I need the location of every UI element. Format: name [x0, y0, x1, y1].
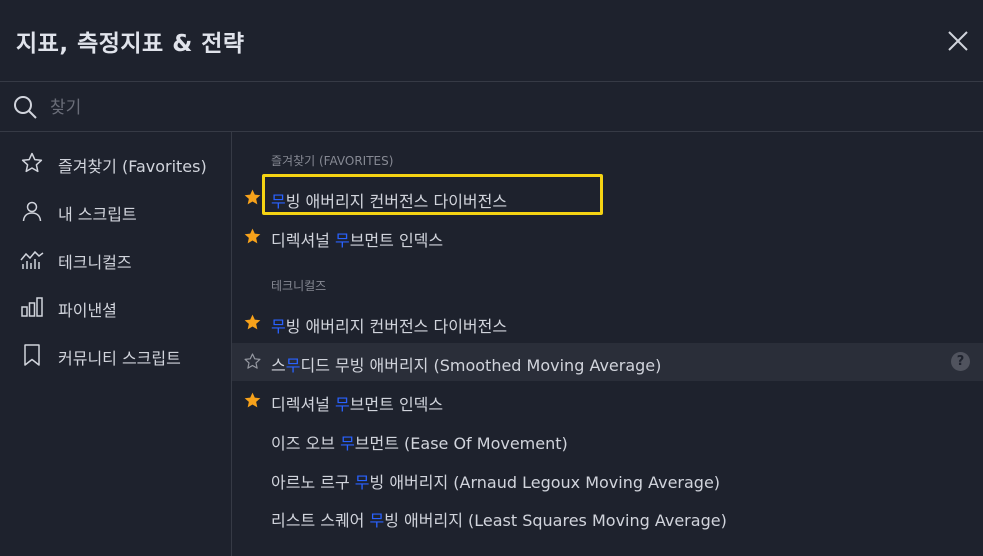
dialog-title: 지표, 측정지표 & 전략: [16, 31, 245, 57]
section-title-technicals: 테크니컬즈: [271, 279, 327, 293]
search-input[interactable]: [48, 92, 952, 124]
indicator-name: 리스트 스퀘어 무빙 애버리지 (Least Squares Moving Av…: [271, 511, 727, 530]
list-item[interactable]: 이즈 오브 무브먼트 (Ease Of Movement): [232, 421, 983, 459]
close-icon[interactable]: [945, 28, 971, 54]
list-item[interactable]: 아르노 르구 무빙 애버리지 (Arnaud Legoux Moving Ave…: [232, 460, 983, 498]
user-icon: [20, 199, 44, 223]
sidebar-item-my-scripts[interactable]: 내 스크립트: [0, 192, 231, 232]
help-icon[interactable]: ?: [951, 352, 970, 371]
search-bar: [0, 82, 983, 132]
section-title-favorites: 즐겨찾기 (FAVORITES): [271, 154, 394, 168]
sidebar-item-label: 즐겨찾기 (Favorites): [58, 157, 207, 176]
sidebar-item-favorites[interactable]: 즐겨찾기 (Favorites): [0, 144, 231, 184]
bookmark-icon: [20, 343, 44, 367]
star-filled-icon[interactable]: [243, 227, 262, 246]
star-filled-icon[interactable]: [243, 313, 262, 332]
star-filled-icon[interactable]: [243, 188, 262, 207]
search-icon: [12, 94, 38, 120]
sidebar-item-community-scripts[interactable]: 커뮤니티 스크립트: [0, 336, 231, 376]
list-item[interactable]: 무빙 애버리지 컨버전스 다이버전스: [232, 179, 983, 217]
sidebar-item-label: 내 스크립트: [58, 205, 137, 224]
star-filled-icon[interactable]: [243, 391, 262, 410]
list-item[interactable]: 리스트 스퀘어 무빙 애버리지 (Least Squares Moving Av…: [232, 498, 983, 536]
indicator-name: 디렉셔널 무브먼트 인덱스: [271, 231, 444, 250]
star-outline-icon[interactable]: [243, 352, 262, 371]
sidebar-item-financials[interactable]: 파이낸셜: [0, 288, 231, 328]
indicator-name: 무빙 애버리지 컨버전스 다이버전스: [271, 192, 508, 211]
sidebar-item-label: 커뮤니티 스크립트: [58, 349, 181, 368]
technicals-chart-icon: [20, 247, 44, 271]
indicator-name: 스무디드 무빙 애버리지 (Smoothed Moving Average): [271, 356, 662, 375]
indicator-name: 이즈 오브 무브먼트 (Ease Of Movement): [271, 434, 568, 453]
list-item[interactable]: 스무디드 무빙 애버리지 (Smoothed Moving Average) ?: [232, 343, 983, 381]
dialog-header: 지표, 측정지표 & 전략: [0, 0, 983, 82]
indicator-list: 즐겨찾기 (FAVORITES) 무빙 애버리지 컨버전스 다이버전스 디렉셔널…: [232, 132, 983, 556]
indicator-name: 아르노 르구 무빙 애버리지 (Arnaud Legoux Moving Ave…: [271, 473, 721, 492]
indicator-name: 디렉셔널 무브먼트 인덱스: [271, 395, 444, 414]
sidebar-item-technicals[interactable]: 테크니컬즈: [0, 240, 231, 280]
bar-chart-icon: [20, 295, 44, 319]
sidebar-item-label: 테크니컬즈: [58, 253, 132, 272]
list-item[interactable]: 디렉셔널 무브먼트 인덱스: [232, 218, 983, 256]
star-outline-icon: [20, 151, 44, 175]
list-item[interactable]: 디렉셔널 무브먼트 인덱스: [232, 382, 983, 420]
sidebar: 즐겨찾기 (Favorites) 내 스크립트 테크니컬즈 파이낸셜 커뮤니티 …: [0, 132, 232, 556]
sidebar-item-label: 파이낸셜: [58, 301, 117, 320]
list-item[interactable]: 무빙 애버리지 컨버전스 다이버전스: [232, 304, 983, 342]
indicator-name: 무빙 애버리지 컨버전스 다이버전스: [271, 317, 508, 336]
